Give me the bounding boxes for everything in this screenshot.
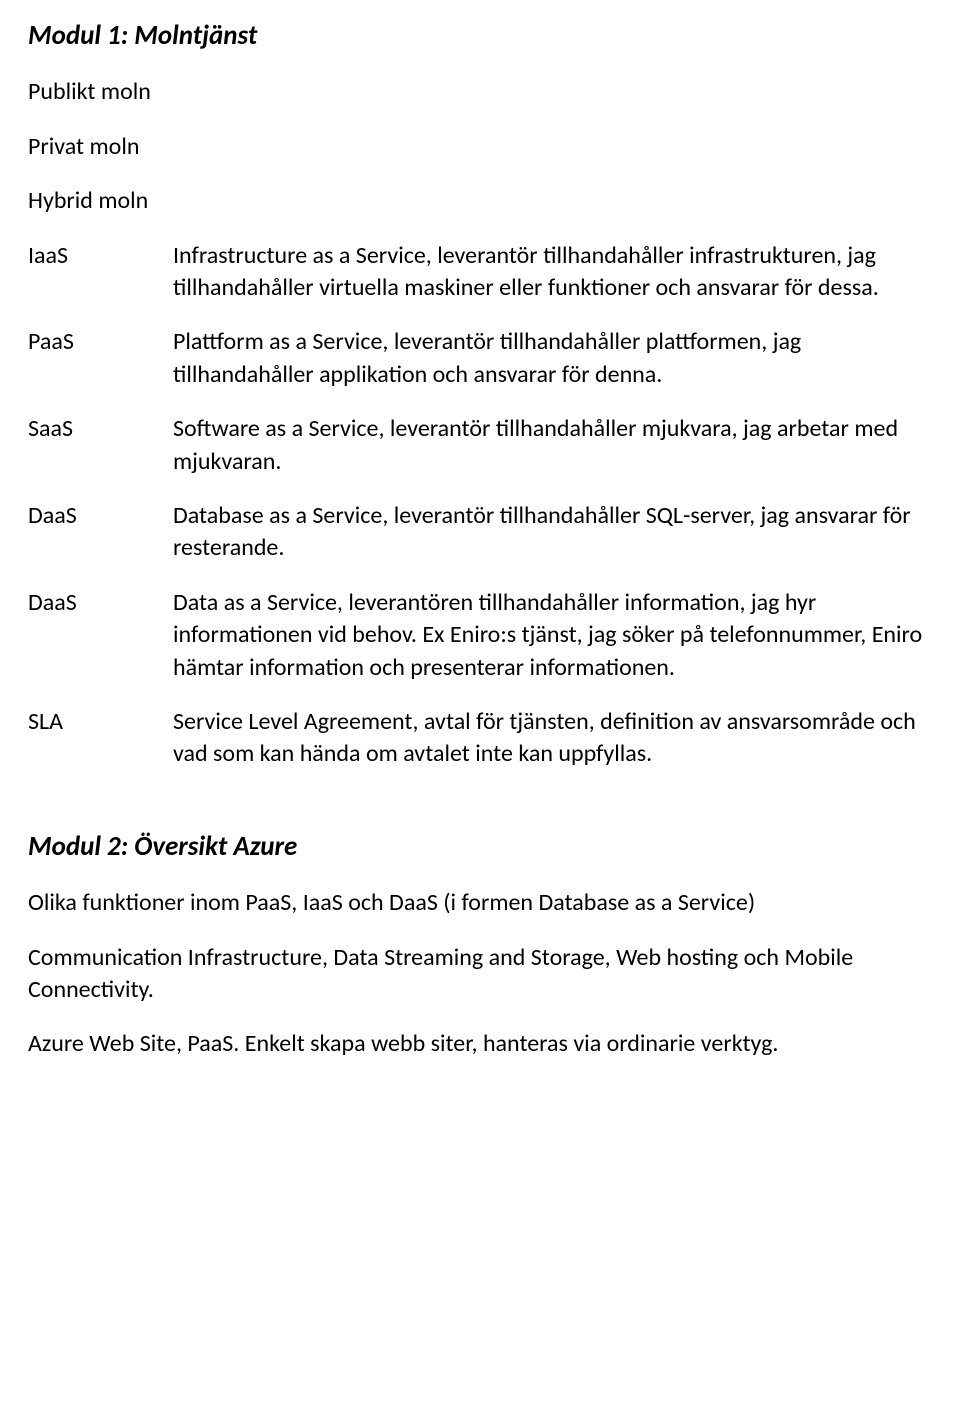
body-paragraph: Azure Web Site, PaaS. Enkelt skapa webb … xyxy=(28,1028,932,1060)
definition-desc: Plattform as a Service, leverantör tillh… xyxy=(173,326,932,391)
definition-term: DaaS xyxy=(28,587,173,619)
definition-desc: Software as a Service, leverantör tillha… xyxy=(173,413,932,478)
definition-desc: Database as a Service, leverantör tillha… xyxy=(173,500,932,565)
definition-desc: Data as a Service, leverantören tillhand… xyxy=(173,587,932,684)
definition-term: SLA xyxy=(28,706,173,738)
definition-term: SaaS xyxy=(28,413,173,445)
definition-term: PaaS xyxy=(28,326,173,358)
definition-row: PaaS Plattform as a Service, leverantör … xyxy=(28,326,932,391)
section-title-module-2: Modul 2: Översikt Azure xyxy=(28,829,932,865)
body-paragraph: Olika funktioner inom PaaS, IaaS och Daa… xyxy=(28,887,932,919)
definition-row: SLA Service Level Agreement, avtal för t… xyxy=(28,706,932,771)
definition-row: SaaS Software as a Service, leverantör t… xyxy=(28,413,932,478)
definition-desc: Service Level Agreement, avtal för tjäns… xyxy=(173,706,932,771)
definition-row: DaaS Data as a Service, leverantören til… xyxy=(28,587,932,684)
definition-desc: Infrastructure as a Service, leverantör … xyxy=(173,240,932,305)
definition-row: IaaS Infrastructure as a Service, levera… xyxy=(28,240,932,305)
definition-term: IaaS xyxy=(28,240,173,272)
intro-line: Publikt moln xyxy=(28,76,932,108)
intro-line: Privat moln xyxy=(28,131,932,163)
definition-row: DaaS Database as a Service, leverantör t… xyxy=(28,500,932,565)
body-paragraph: Communication Infrastructure, Data Strea… xyxy=(28,942,932,1007)
section-title-module-1: Modul 1: Molntjänst xyxy=(28,18,932,54)
intro-line: Hybrid moln xyxy=(28,185,932,217)
definition-term: DaaS xyxy=(28,500,173,532)
